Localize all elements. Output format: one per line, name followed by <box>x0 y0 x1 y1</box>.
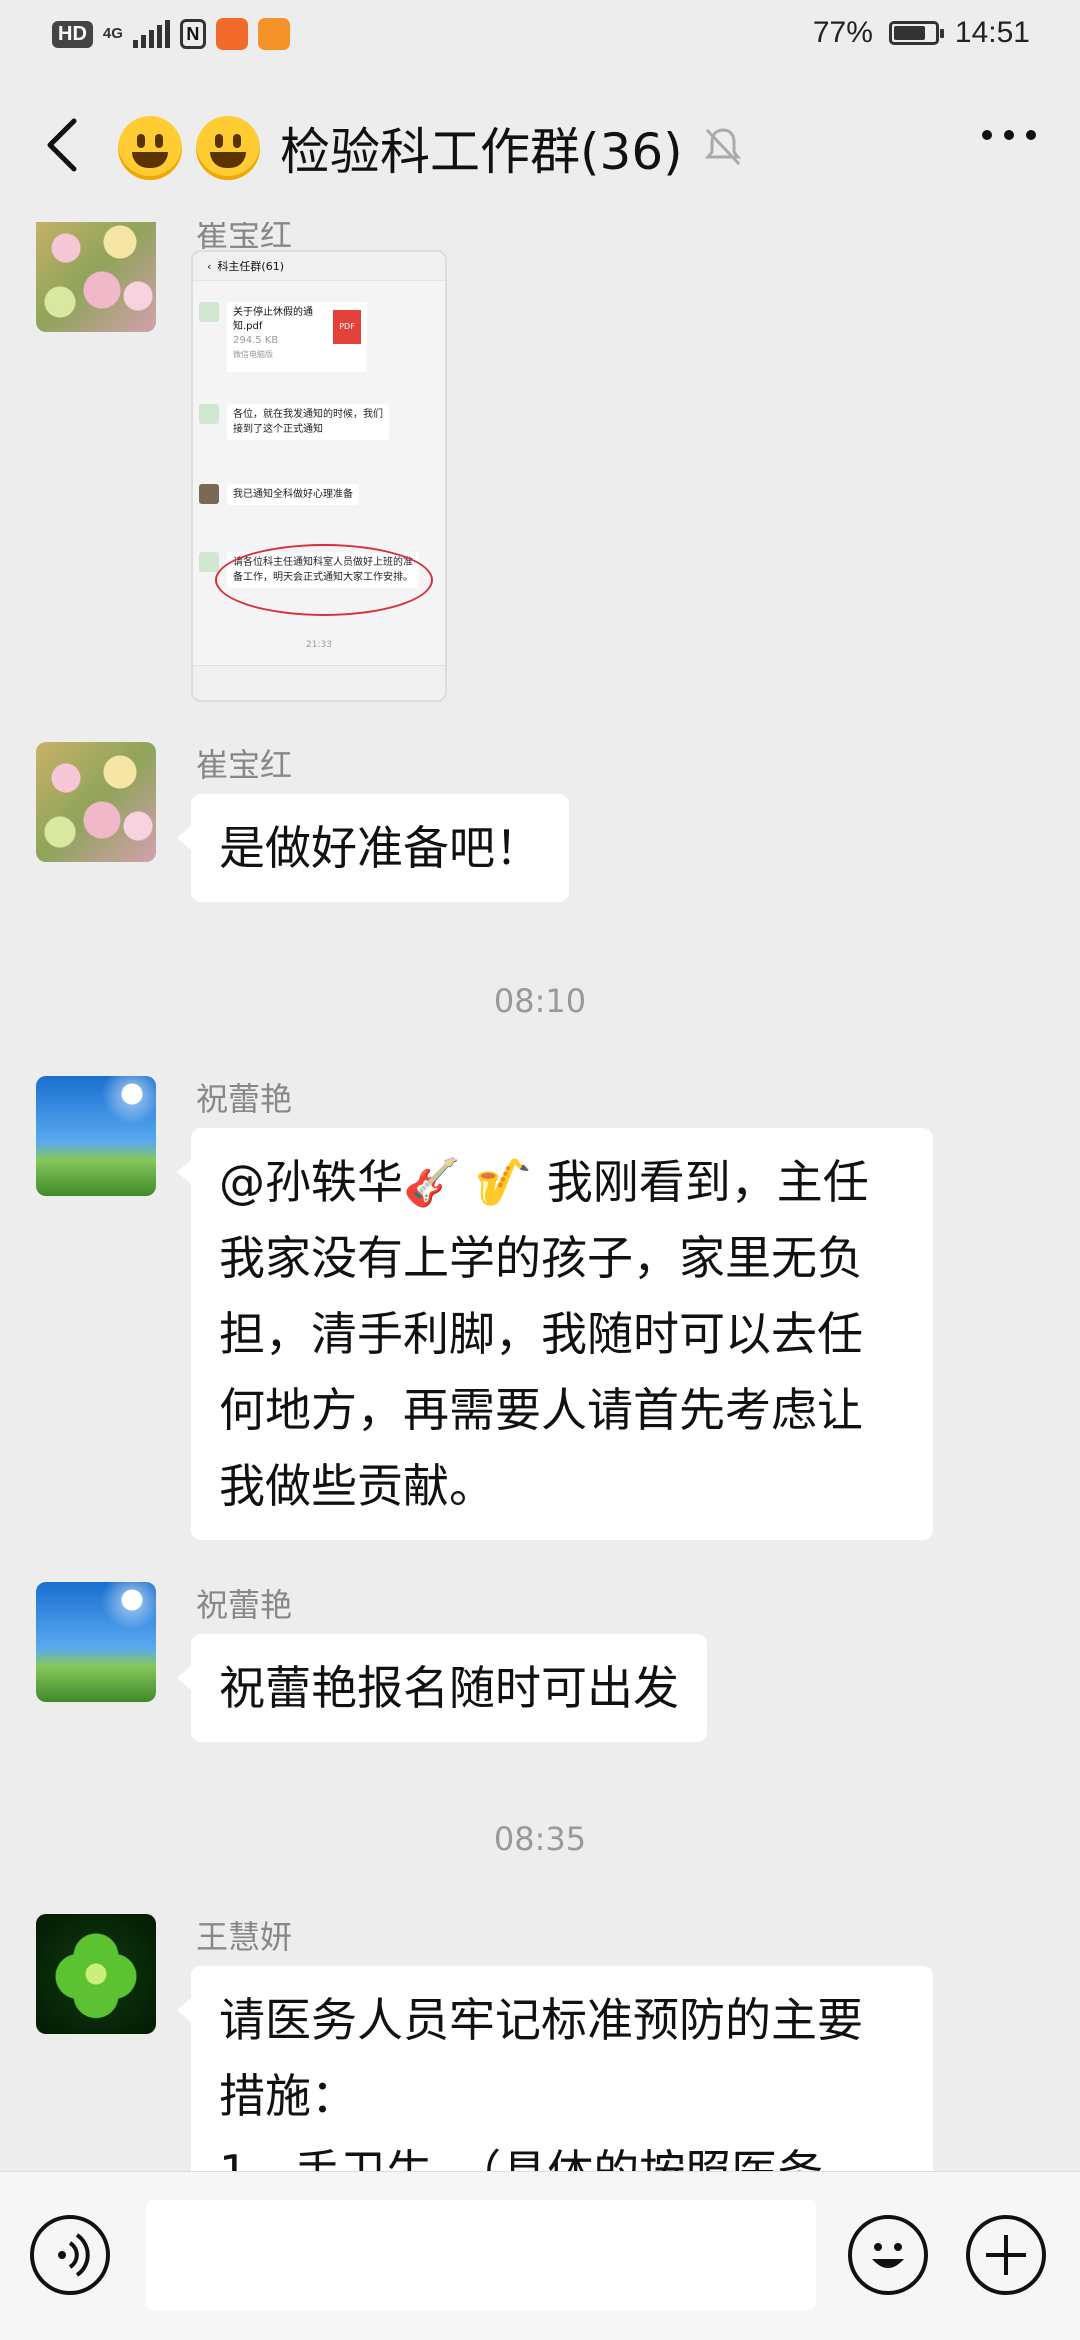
clock: 14:51 <box>954 16 1030 49</box>
smiley-icon <box>872 2243 904 2268</box>
more-functions-button[interactable] <box>966 2215 1046 2295</box>
avatar <box>199 484 219 504</box>
chevron-left-icon: ‹ <box>207 259 212 273</box>
chevron-left-icon <box>47 118 77 172</box>
battery-icon <box>888 21 944 45</box>
emoji-button[interactable] <box>848 2215 928 2295</box>
sender-name: 祝蕾艳 <box>196 1586 293 1624</box>
mute-bell-icon <box>701 124 745 172</box>
sender-name: 祝蕾艳 <box>196 1080 293 1118</box>
nfc-icon: N <box>179 19 206 49</box>
group-title: 检验科工作群(36) <box>280 123 683 181</box>
back-button[interactable] <box>32 110 92 180</box>
file-card: 关于停止休假的通知.pdf 294.5 KB 微信电脑版 PDF <box>227 302 367 372</box>
avatar[interactable] <box>36 742 156 862</box>
battery-percent: 77% <box>812 16 873 49</box>
image-chat-header: ‹ 科主任群(61) <box>193 252 445 281</box>
text-bubble[interactable]: @孙轶华🎸 🎷 我刚看到，主任我家没有上学的孩子，家里无负担，清手利脚，我随时可… <box>177 1128 933 1540</box>
text-bubble[interactable]: 请医务人员牢记标准预防的主要措施： 1、手卫生。（具体的按照医务 <box>177 1966 933 2172</box>
avatar[interactable] <box>36 1076 156 1196</box>
time-divider: 08:10 <box>493 982 587 1020</box>
message-input[interactable] <box>146 2200 816 2310</box>
app-notification-icon <box>215 18 248 50</box>
avatar <box>199 404 219 424</box>
grinning-face-icon <box>196 116 260 180</box>
avatar <box>199 302 219 322</box>
image-message[interactable]: ‹ 科主任群(61) 关于停止休假的通知.pdf 294.5 KB 微信电脑版 … <box>191 250 447 702</box>
image-input-bar <box>193 665 445 700</box>
input-bar <box>0 2171 1080 2340</box>
text-bubble[interactable]: 是做好准备吧！ <box>177 794 569 902</box>
app-notification-icon <box>257 18 290 50</box>
pdf-icon: PDF <box>333 310 361 344</box>
avatar[interactable] <box>36 222 156 332</box>
message-list[interactable]: 崔宝红 ‹ 科主任群(61) 关于停止休假的通知.pdf 294.5 KB 微信… <box>0 222 1080 2172</box>
avatar <box>199 552 219 572</box>
status-bar: HD 4G N 77% 14:51 <box>0 0 1080 72</box>
text-bubble[interactable]: 祝蕾艳报名随时可出发 <box>177 1634 707 1742</box>
voice-input-button[interactable] <box>30 2215 110 2295</box>
hd-badge: HD <box>52 20 93 48</box>
sender-name: 崔宝红 <box>196 746 293 784</box>
sender-name: 王慧妍 <box>196 1918 293 1956</box>
network-type: 4G <box>102 25 123 42</box>
voice-icon <box>58 2233 90 2277</box>
red-circle-annotation <box>215 544 433 616</box>
grinning-face-icon <box>118 116 182 180</box>
time-divider: 08:35 <box>493 1820 587 1858</box>
avatar[interactable] <box>36 1582 156 1702</box>
chat-header: 检验科工作群(36) <box>0 72 1080 222</box>
signal-icon <box>132 20 170 48</box>
more-button[interactable] <box>982 130 1036 140</box>
avatar[interactable] <box>36 1914 156 2034</box>
